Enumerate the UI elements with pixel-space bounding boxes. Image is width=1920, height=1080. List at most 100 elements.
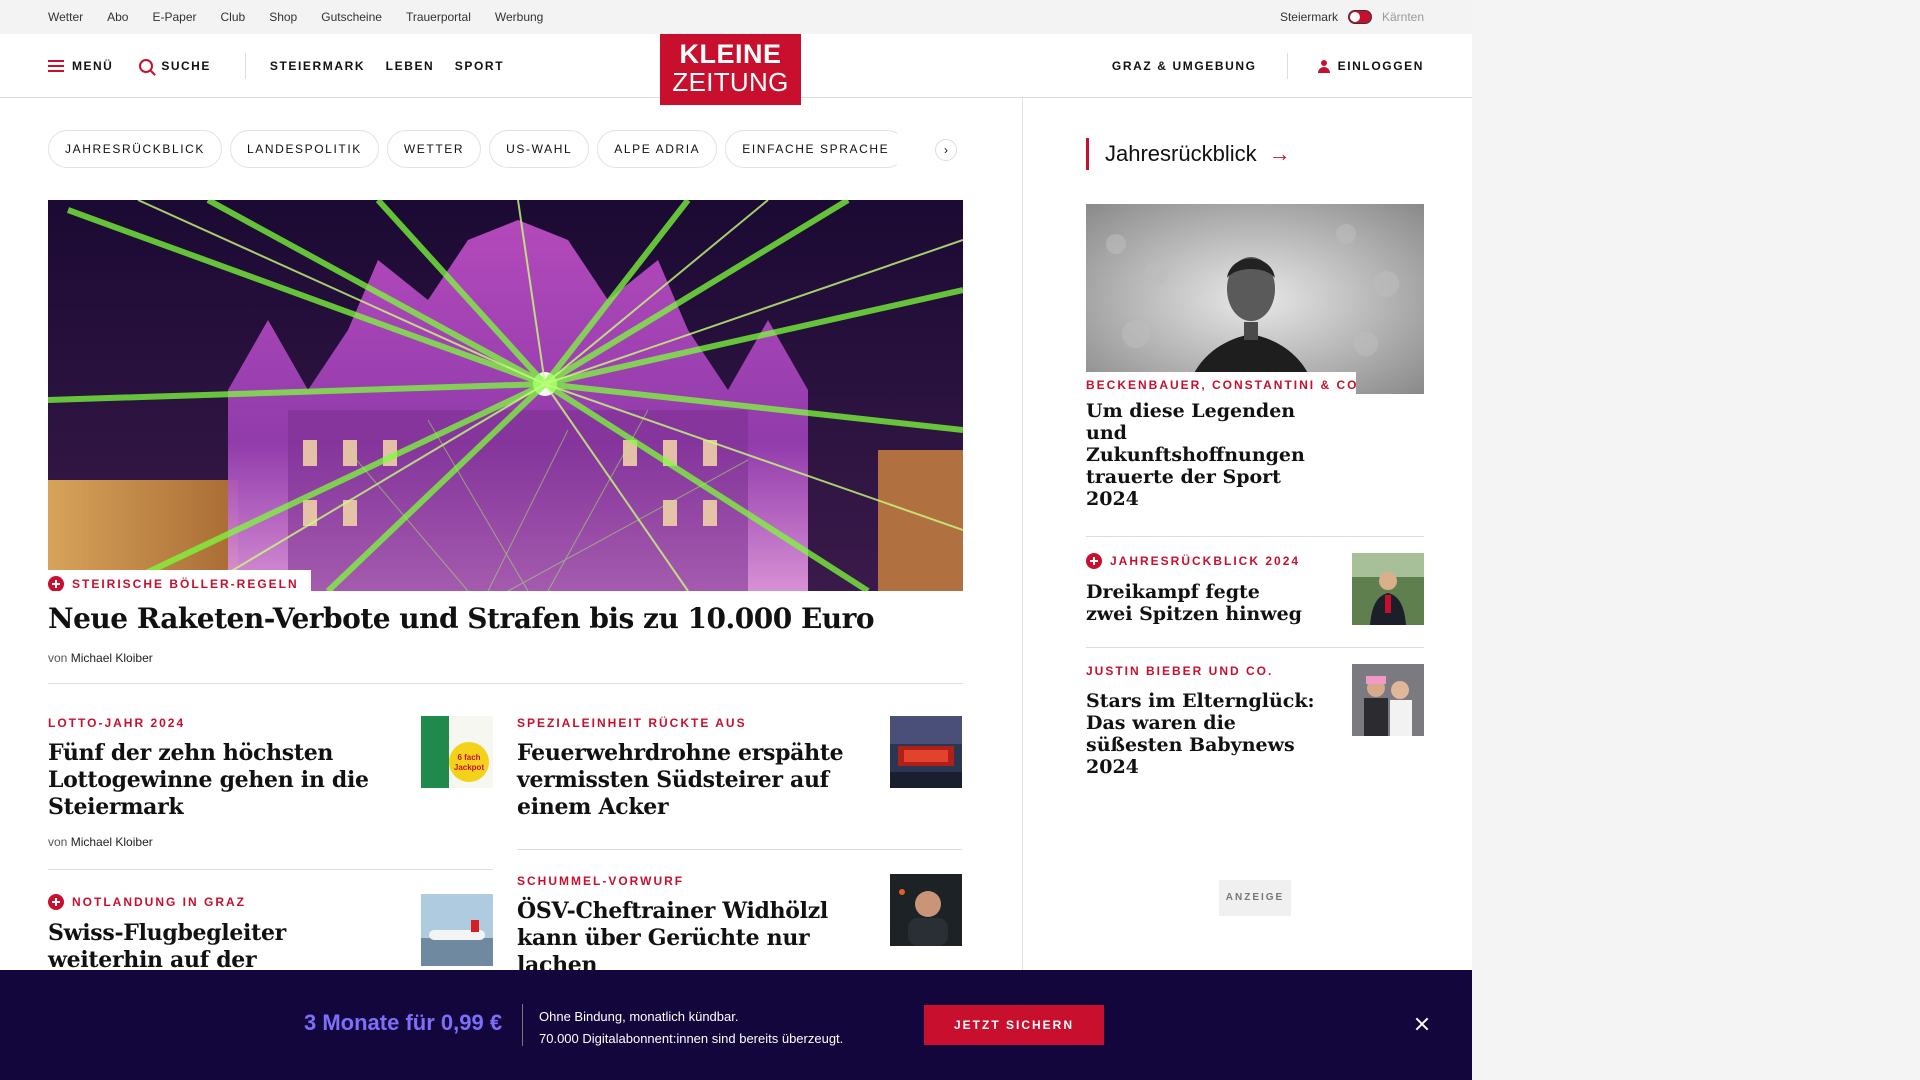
utility-link-wetter[interactable]: Wetter xyxy=(48,10,83,24)
article-thumbnail-drone[interactable] xyxy=(890,716,962,788)
login-label: EINLOGGEN xyxy=(1337,59,1424,73)
topic-tags: JAHRESRÜCKBLICK LANDESPOLITIK WETTER US-… xyxy=(48,130,963,170)
article-thumbnail-coach[interactable] xyxy=(890,874,962,946)
region-nav-graz[interactable]: GRAZ & UMGEBUNG xyxy=(1112,59,1257,73)
promo-line-2: 70.000 Digitalabonnent:innen sind bereit… xyxy=(539,1031,844,1046)
sidebar-article-kicker: JAHRESRÜCKBLICK 2024 xyxy=(1086,553,1336,569)
nav-steiermark[interactable]: STEIERMARK xyxy=(270,59,365,73)
tag-us-wahl[interactable]: US-WAHL xyxy=(489,130,590,168)
sidebar-article-card[interactable]: JUSTIN BIEBER UND CO. Stars im Elternglü… xyxy=(1086,647,1424,800)
divider xyxy=(517,849,962,850)
sidebar-article-card[interactable]: JAHRESRÜCKBLICK 2024 Dreikampf fegte zwe… xyxy=(1086,536,1424,647)
nav-leben[interactable]: LEBEN xyxy=(386,59,435,73)
region-toggle[interactable] xyxy=(1347,10,1372,24)
utility-link-gutscheine[interactable]: Gutscheine xyxy=(321,10,382,24)
menu-label: MENÜ xyxy=(72,58,114,73)
region-switch: Steiermark Kärnten xyxy=(1280,10,1424,24)
arrow-right-icon: → xyxy=(1268,141,1291,166)
article-card[interactable]: SCHUMMEL-VORWURF ÖSV-Cheftrainer Widhölz… xyxy=(517,874,962,979)
plus-premium-icon xyxy=(48,576,64,591)
plus-premium-icon xyxy=(48,894,64,910)
login-button[interactable]: EINLOGGEN xyxy=(1317,59,1424,73)
header-right: GRAZ & UMGEBUNG EINLOGGEN xyxy=(1112,34,1424,98)
user-icon xyxy=(1317,59,1330,73)
beckenbauer-photo xyxy=(1086,204,1424,394)
sidebar-lead-headline[interactable]: Um diese Legenden und Zukunftshoffnungen… xyxy=(1086,400,1316,510)
sidebar-article-kicker: JUSTIN BIEBER UND CO. xyxy=(1086,664,1274,678)
article-headline[interactable]: ÖSV-Cheftrainer Widhölzl kann über Gerüc… xyxy=(517,898,876,979)
sidebar-thumbnail-trump[interactable] xyxy=(1352,553,1424,625)
hero-headline[interactable]: Neue Raketen-Verbote und Strafen bis zu … xyxy=(48,601,963,637)
search-label: SUCHE xyxy=(161,58,211,73)
site-logo[interactable]: KLEINE ZEITUNG xyxy=(660,34,801,105)
sidebar-thumbnail-bieber[interactable] xyxy=(1352,664,1424,736)
search-icon xyxy=(139,58,154,73)
sidebar-heading[interactable]: Jahresrückblick → xyxy=(1086,138,1424,170)
subscribe-button[interactable]: JETZT SICHERN xyxy=(924,1005,1104,1045)
lotto-thumb-text-2: Jackpot xyxy=(454,763,485,772)
sidebar-lead-kicker[interactable]: BECKENBAUER, CONSTANTINI & CO. xyxy=(1086,372,1356,394)
sidebar-article-headline[interactable]: Dreikampf fegte zwei Spitzen hinweg xyxy=(1086,581,1306,625)
promo-divider xyxy=(522,1004,523,1046)
hero-photo-graz-townhall-laser-show xyxy=(48,200,963,591)
hero-byline: von Michael Kloiber xyxy=(48,651,963,665)
logo-line-2: ZEITUNG xyxy=(672,67,789,97)
sidebar-article-headline[interactable]: Stars im Elternglück: Das waren die süße… xyxy=(1086,690,1316,778)
tag-jahresrueckblick[interactable]: JAHRESRÜCKBLICK xyxy=(48,130,223,168)
utility-bar: Wetter Abo E-Paper Club Shop Gutscheine … xyxy=(0,0,1472,34)
header-divider xyxy=(244,52,246,79)
utility-link-abo[interactable]: Abo xyxy=(107,10,128,24)
article-column-left: LOTTO-JAHR 2024 Fünf der zehn höchsten L… xyxy=(48,716,493,1001)
sidebar-lead-image[interactable]: BECKENBAUER, CONSTANTINI & CO. xyxy=(1086,204,1424,394)
lotto-ticket-image: 6 fach Jackpot xyxy=(421,716,493,788)
close-icon[interactable] xyxy=(1408,1010,1436,1038)
article-kicker: SCHUMMEL-VORWURF xyxy=(517,874,685,888)
hero-author[interactable]: Michael Kloiber xyxy=(71,651,153,665)
article-headline[interactable]: Fünf der zehn höchsten Lottogewinne gehe… xyxy=(48,740,407,821)
sidebar-heading-text: Jahresrückblick xyxy=(1105,141,1257,166)
hero-image[interactable]: STEIRISCHE BÖLLER-REGELN xyxy=(48,200,963,591)
tag-alpe-adria[interactable]: ALPE ADRIA xyxy=(597,130,718,168)
sidebar: Jahresrückblick → BECKENBAUER, CONSTANTI… xyxy=(1086,98,1424,916)
utility-link-club[interactable]: Club xyxy=(221,10,246,24)
coach-portrait-image xyxy=(890,874,962,946)
utility-link-epaper[interactable]: E-Paper xyxy=(152,10,196,24)
byline-prefix: von xyxy=(48,835,68,849)
column-divider xyxy=(1022,98,1023,1080)
article-thumbnail-lotto[interactable]: 6 fach Jackpot xyxy=(421,716,493,788)
tag-wetter[interactable]: WETTER xyxy=(386,130,482,168)
utility-link-shop[interactable]: Shop xyxy=(269,10,297,24)
article-card[interactable]: LOTTO-JAHR 2024 Fünf der zehn höchsten L… xyxy=(48,716,493,849)
article-author[interactable]: Michael Kloiber xyxy=(71,835,153,849)
hamburger-icon xyxy=(48,59,64,72)
region-kaernten[interactable]: Kärnten xyxy=(1382,10,1424,24)
article-headline[interactable]: Feuerwehrdrohne erspähte vermissten Süds… xyxy=(517,740,876,821)
hero-kicker[interactable]: STEIRISCHE BÖLLER-REGELN xyxy=(48,570,311,591)
tag-landespolitik[interactable]: LANDESPOLITIK xyxy=(230,130,379,168)
utility-link-werbung[interactable]: Werbung xyxy=(495,10,543,24)
article-kicker: LOTTO-JAHR 2024 xyxy=(48,716,186,730)
hero-kicker-text: STEIRISCHE BÖLLER-REGELN xyxy=(72,577,299,591)
article-thumbnail-airplane[interactable] xyxy=(421,894,493,966)
main-nav: STEIERMARK LEBEN SPORT xyxy=(270,57,520,75)
nav-sport[interactable]: SPORT xyxy=(455,59,504,73)
utility-link-trauerportal[interactable]: Trauerportal xyxy=(406,10,471,24)
subscription-banner: 3 Monate für 0,99 € Ohne Bindung, monatl… xyxy=(0,970,1472,1080)
ad-label: ANZEIGE xyxy=(1219,880,1291,916)
page: Wetter Abo E-Paper Club Shop Gutscheine … xyxy=(0,0,1472,1080)
tag-einfache-sprache[interactable]: EINFACHE SPRACHE xyxy=(725,130,907,168)
article-grid: LOTTO-JAHR 2024 Fünf der zehn höchsten L… xyxy=(48,716,963,1001)
search-button[interactable]: SUCHE xyxy=(139,58,211,73)
drone-thermal-image xyxy=(890,716,962,788)
region-steiermark[interactable]: Steiermark xyxy=(1280,10,1338,24)
divider xyxy=(48,869,493,870)
politician-photo xyxy=(1352,553,1424,625)
byline-prefix: von xyxy=(48,651,68,665)
logo-line-1: KLEINE xyxy=(679,39,782,69)
article-card[interactable]: SPEZIALEINHEIT RÜCKTE AUS Feuerwehrdrohn… xyxy=(517,716,962,821)
tags-next-button[interactable]: › xyxy=(935,139,957,161)
lotto-thumb-text-1: 6 fach xyxy=(457,753,480,762)
menu-button[interactable]: MENÜ xyxy=(48,59,113,73)
article-kicker: SPEZIALEINHEIT RÜCKTE AUS xyxy=(517,716,747,730)
utility-links: Wetter Abo E-Paper Club Shop Gutscheine … xyxy=(48,10,567,24)
